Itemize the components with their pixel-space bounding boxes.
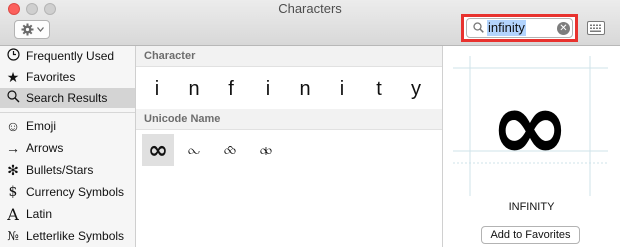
- arrow-icon: →: [6, 140, 20, 156]
- sidebar-item-emoji[interactable]: ☺ Emoji: [0, 116, 135, 136]
- sidebar-item-currency-symbols[interactable]: $ Currency Symbols: [0, 182, 135, 202]
- search-input-value[interactable]: infinity: [487, 20, 526, 36]
- character-name: INFINITY: [508, 201, 555, 213]
- unicode-char-cell[interactable]: ∞: [142, 134, 174, 166]
- character-cell[interactable]: t: [364, 77, 394, 101]
- sidebar-item-search-results[interactable]: Search Results: [0, 88, 135, 108]
- star-icon: ★: [6, 68, 20, 85]
- character-cell[interactable]: i: [253, 77, 283, 101]
- sidebar-item-label: Bullets/Stars: [26, 163, 94, 177]
- character-cell[interactable]: y: [401, 77, 431, 101]
- sidebar-item-label: Emoji: [26, 119, 57, 133]
- sidebar-item-label: Arrows: [26, 141, 64, 155]
- sidebar-item-label: Currency Symbols: [26, 185, 125, 199]
- sidebar-item-arrows[interactable]: → Arrows: [0, 138, 135, 158]
- search-input[interactable]: infinity ✕: [466, 18, 573, 38]
- clock-icon: [0, 48, 26, 64]
- character-inspector: ∞ INFINITY Add to Favorites: [442, 46, 620, 247]
- sidebar-item-label: Latin: [26, 207, 53, 221]
- sidebar-item-label: Favorites: [26, 70, 76, 84]
- selected-glyph: ∞: [490, 70, 570, 182]
- category-sidebar: Frequently Used ★ Favorites Search Resul…: [0, 46, 136, 247]
- sidebar-divider: [0, 112, 135, 113]
- character-cell[interactable]: n: [179, 77, 209, 101]
- sidebar-item-bullets-stars[interactable]: ✻ Bullets/Stars: [0, 160, 135, 180]
- sidebar-item-label: Letterlike Symbols: [26, 229, 125, 243]
- action-menu-button[interactable]: [14, 20, 50, 39]
- character-palette-button[interactable]: [587, 21, 605, 40]
- character-cell[interactable]: i: [142, 77, 172, 101]
- grid-icon: [587, 21, 605, 35]
- sidebar-item-latin[interactable]: A Latin: [0, 204, 135, 224]
- numero-icon: №: [7, 229, 19, 243]
- search-icon: [473, 22, 484, 33]
- magnifier-icon: [0, 90, 26, 106]
- latin-a-icon: A: [7, 204, 19, 224]
- glyph-preview: ∞: [443, 46, 620, 206]
- unicode-char-cell[interactable]: ⧜: [178, 134, 210, 166]
- asterisk-icon: ✻: [7, 161, 19, 178]
- sidebar-item-frequently-used[interactable]: Frequently Used: [0, 46, 135, 66]
- sidebar-item-label: Frequently Used: [26, 49, 115, 63]
- character-cell[interactable]: n: [290, 77, 320, 101]
- dollar-icon: $: [8, 184, 18, 200]
- character-cell[interactable]: f: [216, 77, 246, 101]
- unicode-char-cell[interactable]: ⧝: [214, 134, 246, 166]
- gear-icon: [21, 23, 33, 36]
- title-bar: Characters infinity ✕: [0, 0, 620, 46]
- chevron-down-icon: [36, 27, 44, 32]
- smiley-icon: ☺: [5, 118, 21, 134]
- sidebar-item-letterlike-symbols[interactable]: № Letterlike Symbols: [0, 226, 135, 246]
- character-cell[interactable]: i: [327, 77, 357, 101]
- add-to-favorites-button[interactable]: Add to Favorites: [481, 226, 580, 244]
- unicode-char-cell[interactable]: ⧞: [250, 134, 282, 166]
- unicode-name-section-header: Unicode Name: [136, 109, 442, 130]
- clear-search-icon[interactable]: ✕: [557, 22, 570, 35]
- sidebar-item-label: Search Results: [26, 91, 108, 105]
- results-panel: Character i n f i n i t y Unicode Name ∞…: [136, 46, 442, 247]
- sidebar-item-favorites[interactable]: ★ Favorites: [0, 67, 135, 87]
- character-section-header: Character: [136, 46, 442, 67]
